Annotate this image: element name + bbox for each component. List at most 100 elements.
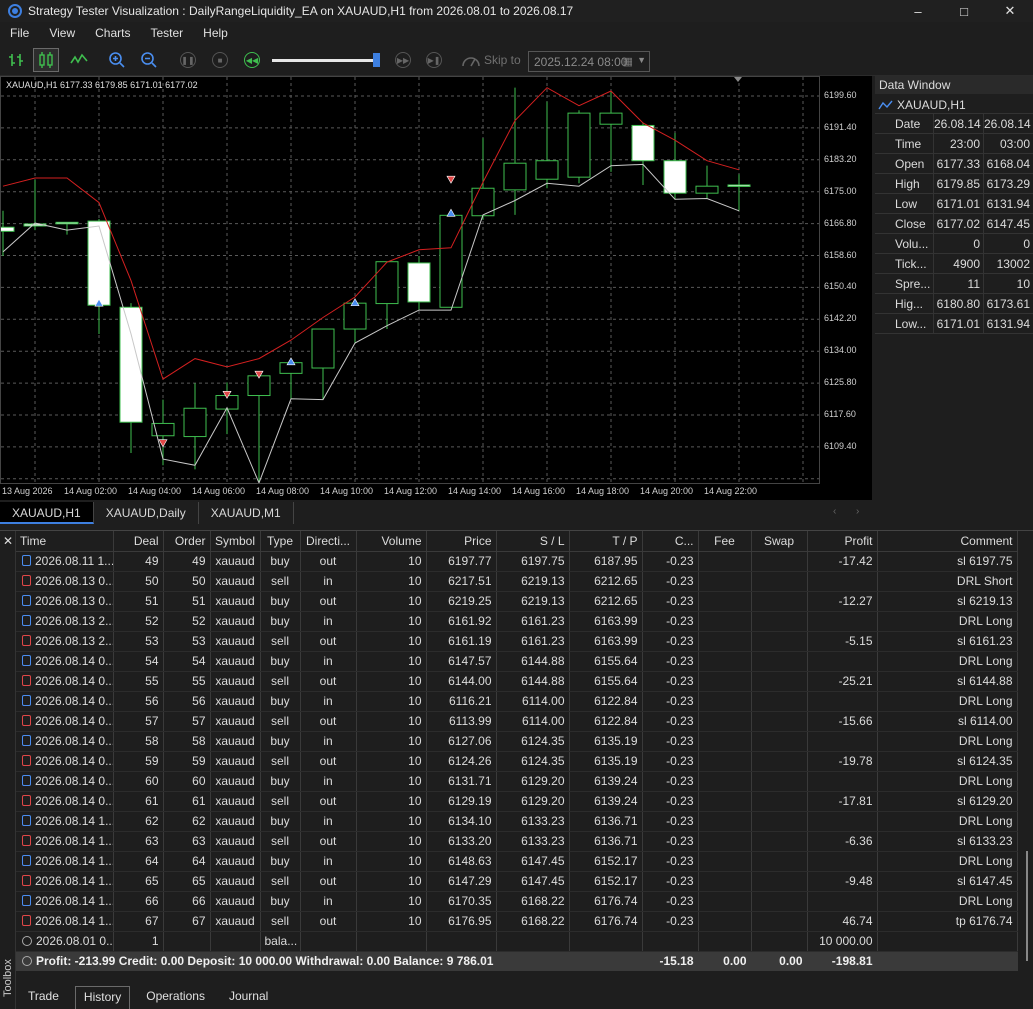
menu-file[interactable]: File (0, 26, 39, 40)
column-header[interactable]: Deal (113, 531, 164, 552)
column-header[interactable]: Comment (877, 531, 1018, 552)
column-header[interactable]: Symbol (210, 531, 261, 552)
data-window-row: Spre... 11 10 (875, 274, 1033, 294)
price-axis-label: 6109.40 (824, 440, 857, 451)
deal-vol-cell: 10 (356, 871, 427, 892)
table-row[interactable]: 2026.08.14 1... 65 65 xauaud sell out 10 6147.2… (16, 871, 1018, 892)
title-bar: Strategy Tester Visualization : DailyRan… (0, 0, 1033, 22)
column-header[interactable]: T / P (569, 531, 643, 552)
skip-to-end-button[interactable]: ▶❚ (421, 48, 447, 72)
stop-button[interactable]: ■ (207, 48, 233, 72)
line-chart-button[interactable] (66, 48, 92, 72)
table-row[interactable]: 2026.08.14 1... 66 66 xauaud buy in 10 6170.35 6… (16, 891, 1018, 912)
chart-tab-daily[interactable]: XAUAUD,Daily (94, 502, 199, 524)
chevron-right-icon[interactable]: › (856, 506, 859, 517)
minimize-button[interactable]: – (895, 0, 941, 22)
column-header[interactable]: Profit (807, 531, 878, 552)
tab-journal[interactable]: Journal (221, 986, 276, 1009)
candlestick-chart-button[interactable] (33, 48, 59, 72)
table-row[interactable]: 2026.08.14 1... 64 64 xauaud buy in 10 6148.63 6… (16, 851, 1018, 872)
menu-tester[interactable]: Tester (140, 26, 193, 40)
table-row[interactable]: 2026.08.14 0... 58 58 xauaud buy in 10 6127.06 6… (16, 731, 1018, 752)
column-header[interactable]: Order (163, 531, 211, 552)
deal-order-cell: 61 (163, 791, 211, 812)
buy-deal-icon (22, 595, 31, 606)
column-header[interactable]: Directi... (300, 531, 357, 552)
skip-end-icon: ▶❚ (426, 52, 442, 68)
deal-dir-cell: out (300, 791, 357, 812)
collapse-icon[interactable] (22, 956, 32, 967)
price-chart[interactable]: XAUAUD,H1 6177.33 6179.85 6171.01 6177.0… (0, 76, 820, 484)
price-axis[interactable]: 6199.60 6191.40 6183.20 6175.00 6166.80 6158.… (820, 76, 872, 484)
column-header[interactable]: Fee (698, 531, 752, 552)
column-header[interactable]: Volume (356, 531, 427, 552)
tab-trade[interactable]: Trade (20, 986, 67, 1009)
chevron-left-icon[interactable]: ‹ (833, 506, 836, 517)
deal-comment-cell: DRL Long (877, 651, 1018, 672)
table-row[interactable]: 2026.08.14 0... 54 54 xauaud buy in 10 6147.57 6… (16, 651, 1018, 672)
column-header[interactable]: Time (16, 531, 114, 552)
sell-deal-icon (22, 675, 31, 686)
zoom-out-button[interactable] (136, 48, 162, 72)
chevron-down-icon[interactable]: ▼ (637, 55, 646, 65)
slow-down-button[interactable]: ◀◀ (239, 48, 265, 72)
speed-slider-thumb[interactable] (373, 53, 380, 67)
candle-body (727, 184, 751, 187)
deal-deal-cell: 58 (113, 731, 164, 752)
column-header[interactable]: Swap (751, 531, 808, 552)
menu-help[interactable]: Help (193, 26, 238, 40)
column-header[interactable]: S / L (496, 531, 570, 552)
deal-deal-cell: 56 (113, 691, 164, 712)
deal-comment-cell: DRL Long (877, 691, 1018, 712)
skip-to-date-input[interactable]: 2025.12.24 08:00 ▦ ▼ (528, 51, 650, 72)
close-icon[interactable]: ✕ (3, 534, 13, 548)
deal-vol-cell: 10 (356, 831, 427, 852)
deal-order-cell: 60 (163, 771, 211, 792)
calendar-icon[interactable]: ▦ (623, 55, 633, 68)
menu-charts[interactable]: Charts (85, 26, 140, 40)
table-row[interactable]: 2026.08.13 0... 51 51 xauaud buy out 10 6219.25… (16, 591, 1018, 612)
table-row[interactable]: 2026.08.14 0... 56 56 xauaud buy in 10 6116.21 6… (16, 691, 1018, 712)
column-header[interactable]: Type (260, 531, 301, 552)
table-row[interactable]: 2026.08.14 0... 61 61 xauaud sell out 10 6129.1… (16, 791, 1018, 812)
table-row[interactable]: 2026.08.14 1... 67 67 xauaud sell out 10 6176.9… (16, 911, 1018, 932)
table-row[interactable]: 2026.08.14 1... 63 63 xauaud sell out 10 6133.2… (16, 831, 1018, 852)
column-header[interactable]: Price (426, 531, 497, 552)
fast-forward-button[interactable]: ▶▶ (390, 48, 416, 72)
tab-history[interactable]: History (74, 986, 131, 1009)
table-row[interactable]: 2026.08.01 0... 1 bala... 10 000.00 (16, 931, 1018, 952)
table-row[interactable]: 2026.08.13 2... 53 53 xauaud sell out 10 6161.1… (16, 631, 1018, 652)
table-row[interactable]: 2026.08.13 2... 52 52 xauaud buy in 10 6161.92 6… (16, 611, 1018, 632)
table-row[interactable]: 2026.08.11 1... 49 49 xauaud buy out 10 6197.77… (16, 551, 1018, 572)
data-window-key: Close (875, 214, 934, 233)
deal-swap-cell (751, 751, 808, 772)
time-axis[interactable]: 13 Aug 2026 14 Aug 02:00 14 Aug 04:00 14 Au… (0, 484, 872, 500)
deal-sl-cell: 6197.75 (496, 551, 570, 572)
chart-tab-m1[interactable]: XAUAUD,M1 (199, 502, 294, 524)
deals-scrollbar[interactable] (1020, 551, 1033, 971)
table-row[interactable]: 2026.08.14 0... 55 55 xauaud sell out 10 6144.0… (16, 671, 1018, 692)
deal-deal-cell: 67 (113, 911, 164, 932)
column-header[interactable]: C... (642, 531, 699, 552)
chart-canvas[interactable] (1, 77, 820, 484)
scrollbar-thumb[interactable] (1026, 851, 1028, 961)
chart-tab-h1[interactable]: XAUAUD,H1 (0, 502, 94, 524)
table-row[interactable]: 2026.08.14 1... 62 62 xauaud buy in 10 6134.10 6… (16, 811, 1018, 832)
close-button[interactable]: ✕ (987, 0, 1033, 22)
deal-deal-cell: 65 (113, 871, 164, 892)
speed-slider[interactable] (272, 59, 380, 62)
table-row[interactable]: 2026.08.14 0... 57 57 xauaud sell out 10 6113.9… (16, 711, 1018, 732)
table-row[interactable]: 2026.08.14 0... 59 59 xauaud sell out 10 6124.2… (16, 751, 1018, 772)
menu-view[interactable]: View (39, 26, 85, 40)
table-row[interactable]: 2026.08.14 0... 60 60 xauaud buy in 10 6131.71 6… (16, 771, 1018, 792)
zoom-in-button[interactable] (104, 48, 130, 72)
table-row[interactable]: 2026.08.13 0... 50 50 xauaud sell in 10 6217.51… (16, 571, 1018, 592)
fast-forward-icon: ▶▶ (395, 52, 411, 68)
pause-button[interactable]: ❚❚ (175, 48, 201, 72)
tab-operations[interactable]: Operations (138, 986, 213, 1009)
maximize-button[interactable]: □ (941, 0, 987, 22)
deal-time: 2026.08.14 0... (35, 694, 113, 708)
skip-to-label[interactable]: Skip to (484, 53, 521, 67)
deal-vol-cell: 10 (356, 571, 427, 592)
bar-chart-button[interactable] (3, 48, 29, 72)
